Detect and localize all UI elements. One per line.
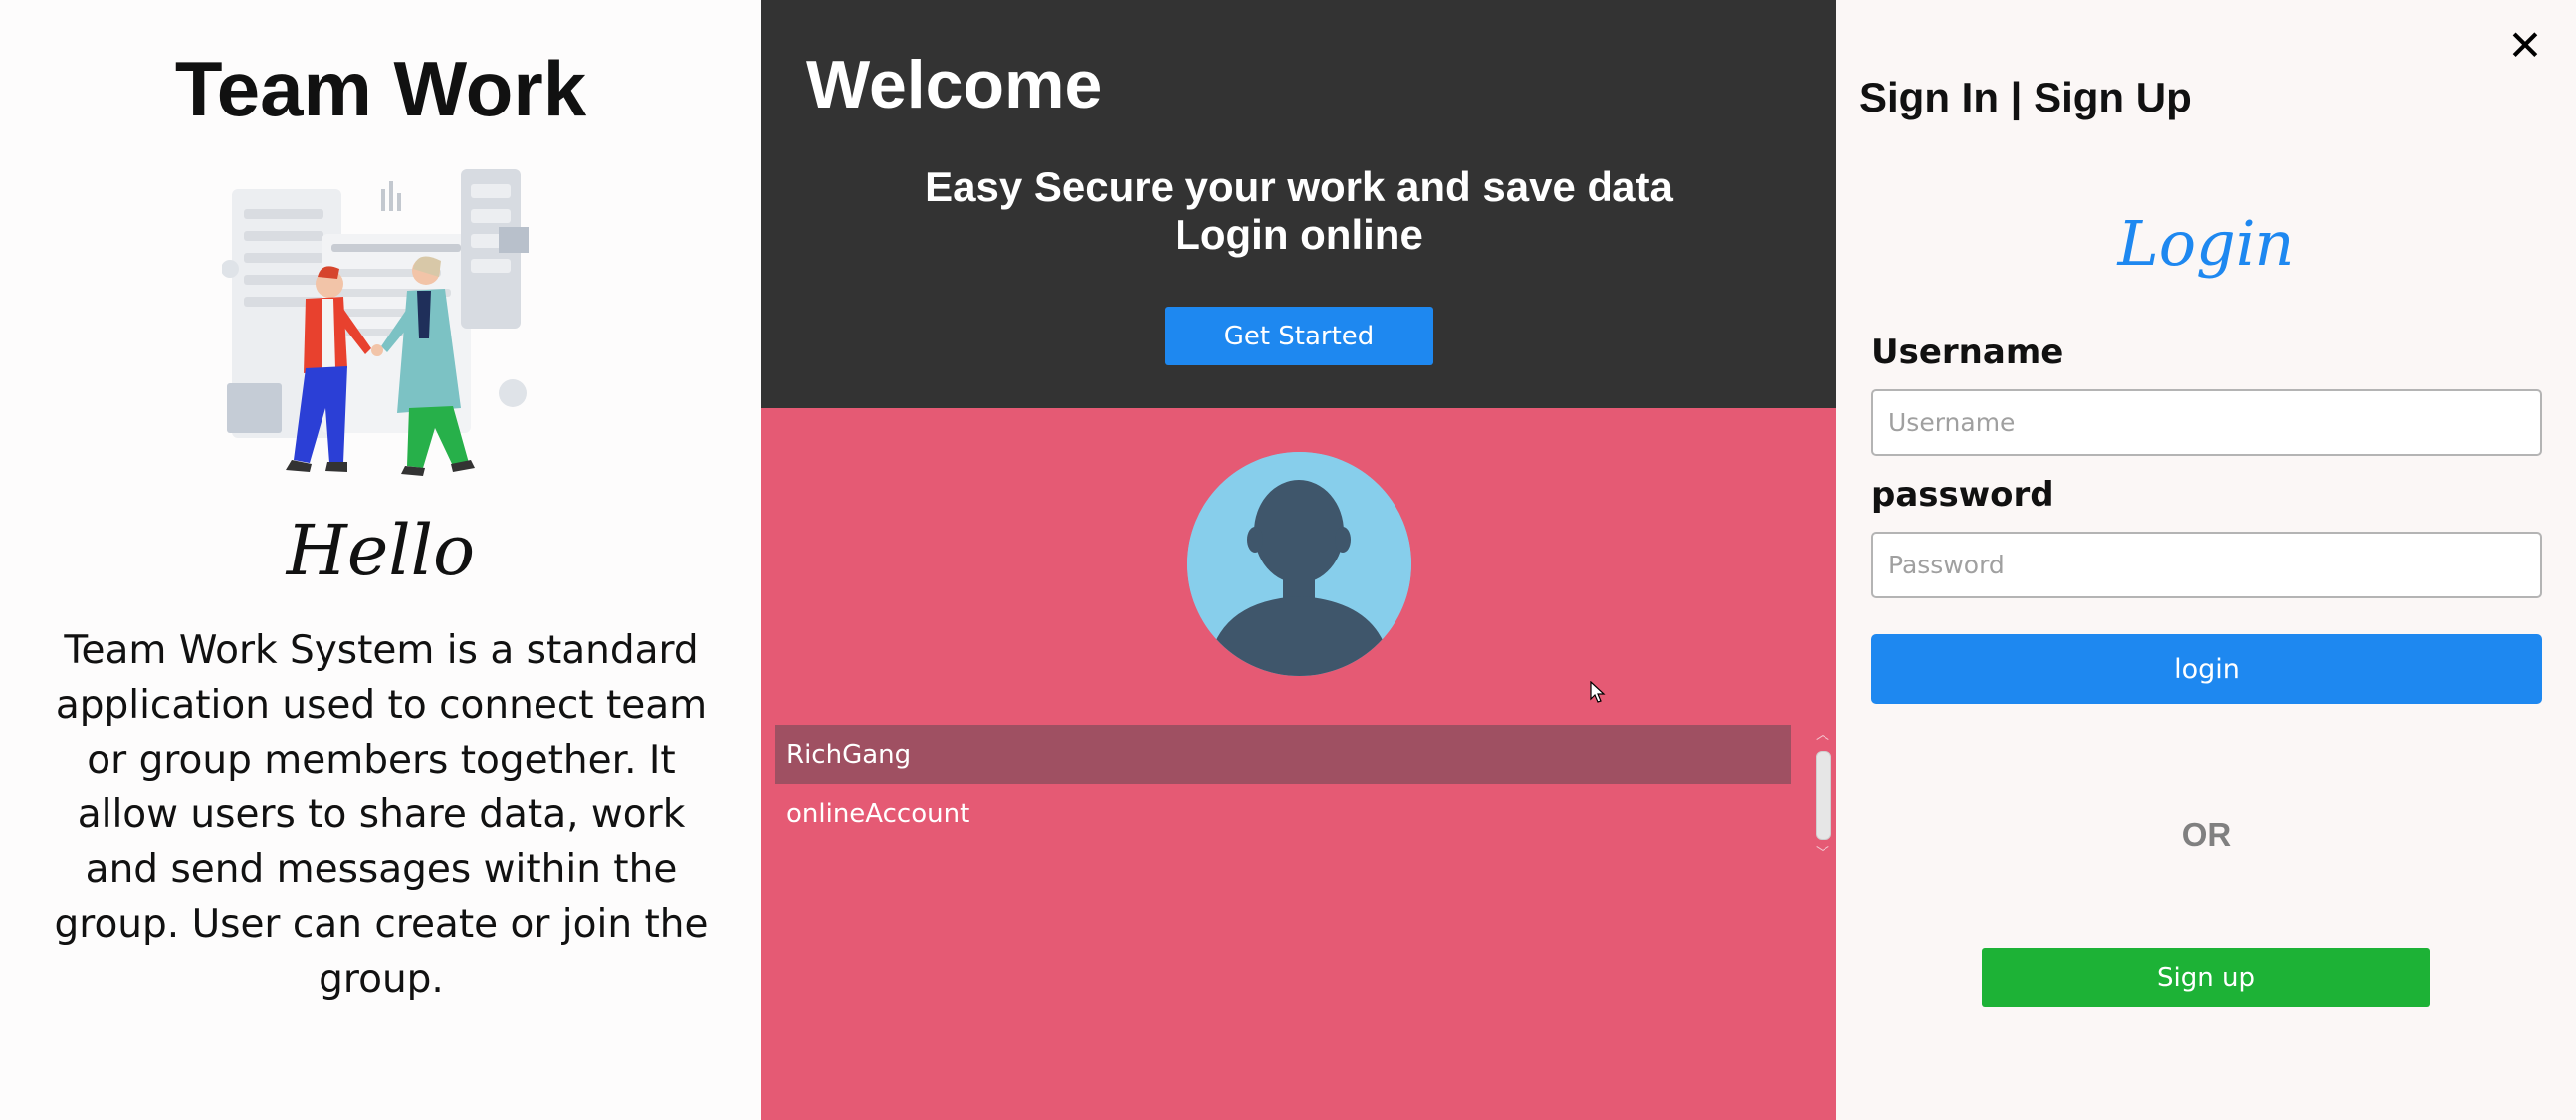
username-input[interactable] [1871, 389, 2542, 456]
login-button[interactable]: login [1871, 634, 2542, 704]
username-label: Username [1871, 333, 2064, 372]
greeting-text: Hello [286, 510, 476, 591]
tagline-line-1: Easy Secure your work and save data [925, 163, 1673, 210]
auth-heading: Sign In | Sign Up [1859, 74, 2192, 120]
welcome-title: Welcome [806, 47, 1103, 122]
get-started-button[interactable]: Get Started [1165, 307, 1433, 365]
password-label: password [1871, 475, 2054, 515]
password-input[interactable] [1871, 532, 2542, 598]
tagline-line-2: Login online [1175, 211, 1423, 258]
user-avatar-icon [1187, 452, 1411, 676]
welcome-banner: Welcome Easy Secure your work and save d… [761, 0, 1836, 408]
intro-panel: Team Work Hello Team Work System is a st… [0, 0, 761, 1120]
account-item-richgang[interactable]: RichGang [775, 725, 1791, 784]
account-item-onlineaccount[interactable]: onlineAccount [775, 784, 1791, 844]
team-collaboration-illustration [221, 169, 540, 488]
scroll-down-arrow-icon[interactable]: ﹀ [1813, 844, 1832, 864]
scroll-up-arrow-icon[interactable]: ︿ [1813, 725, 1832, 745]
accounts-panel: RichGang onlineAccount ︿ ﹀ [761, 408, 1836, 1120]
app-title: Team Work [174, 45, 587, 132]
app-description: Team Work System is a standard applicati… [54, 628, 709, 1002]
or-divider-text: OR [2181, 816, 2232, 853]
scrollbar-thumb[interactable] [1816, 751, 1831, 840]
auth-panel: ✕ Sign In | Sign Up Login Username passw… [1836, 0, 2576, 1120]
welcome-tagline: Easy Secure your work and save data Logi… [761, 163, 1836, 259]
mouse-cursor-icon [1590, 680, 1606, 705]
account-list-scrollbar[interactable]: ︿ ﹀ [1813, 725, 1832, 874]
close-icon[interactable]: ✕ [2503, 24, 2547, 68]
account-list[interactable]: RichGang onlineAccount ︿ ﹀ [775, 725, 1831, 884]
login-title: Login [2117, 207, 2295, 280]
sign-up-button[interactable]: Sign up [1982, 948, 2430, 1007]
